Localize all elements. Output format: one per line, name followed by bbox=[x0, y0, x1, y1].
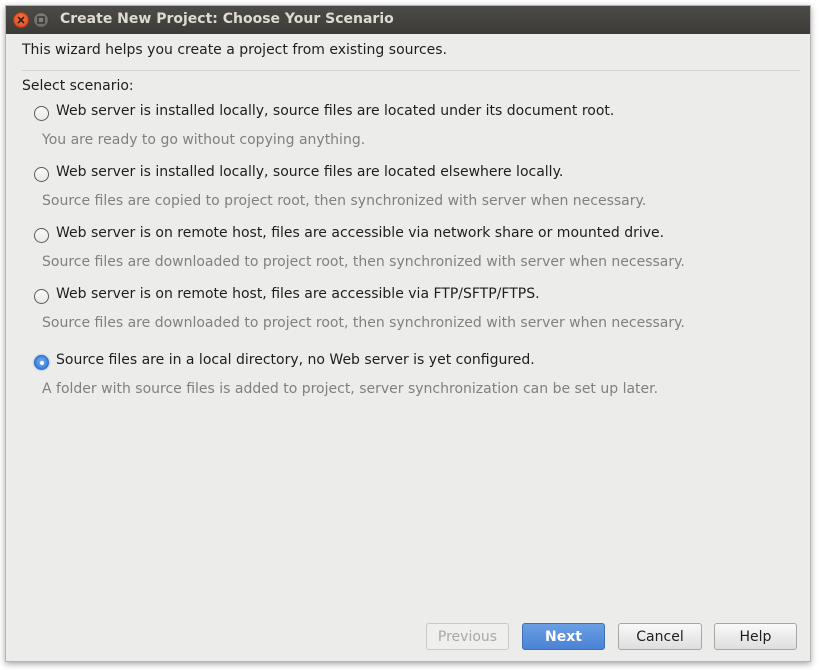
scenario-description: Source files are downloaded to project r… bbox=[42, 315, 685, 331]
scenario-label[interactable]: Web server is installed locally, source … bbox=[56, 103, 614, 119]
scenario-description: A folder with source files is added to p… bbox=[42, 381, 659, 397]
scenario-description: Source files are copied to project root,… bbox=[42, 193, 647, 209]
next-button[interactable]: Next bbox=[522, 623, 605, 650]
scenario-label[interactable]: Web server is installed locally, source … bbox=[56, 164, 563, 180]
previous-button[interactable]: Previous bbox=[426, 623, 509, 650]
scenario-label[interactable]: Web server is on remote host, files are … bbox=[56, 286, 540, 302]
header-divider bbox=[22, 70, 800, 71]
scenario-option-remote-share[interactable]: Web server is on remote host, files are … bbox=[34, 224, 794, 248]
help-button[interactable]: Help bbox=[714, 623, 797, 650]
wizard-dialog: Create New Project: Choose Your Scenario… bbox=[5, 5, 811, 662]
scenario-option-remote-ftp[interactable]: Web server is on remote host, files are … bbox=[34, 285, 794, 309]
intro-text: This wizard helps you create a project f… bbox=[22, 42, 448, 58]
scenario-option-local-elsewhere[interactable]: Web server is installed locally, source … bbox=[34, 163, 794, 187]
title-bar[interactable]: Create New Project: Choose Your Scenario bbox=[6, 6, 810, 34]
radio-button[interactable] bbox=[34, 167, 49, 182]
close-icon[interactable] bbox=[13, 12, 29, 28]
radio-button[interactable] bbox=[34, 228, 49, 243]
radio-button-selected[interactable] bbox=[34, 355, 49, 370]
scenario-description: Source files are downloaded to project r… bbox=[42, 254, 685, 270]
cancel-button[interactable]: Cancel bbox=[618, 623, 702, 650]
minimize-icon[interactable] bbox=[33, 12, 49, 28]
radio-button[interactable] bbox=[34, 106, 49, 121]
scenario-description: You are ready to go without copying anyt… bbox=[42, 132, 366, 148]
scenario-option-local-no-server[interactable]: Source files are in a local directory, n… bbox=[34, 351, 794, 375]
scenario-label[interactable]: Web server is on remote host, files are … bbox=[56, 225, 664, 241]
window-title: Create New Project: Choose Your Scenario bbox=[60, 11, 394, 27]
scenario-option-local-docroot[interactable]: Web server is installed locally, source … bbox=[34, 102, 794, 126]
scenario-label[interactable]: Source files are in a local directory, n… bbox=[56, 352, 535, 368]
select-scenario-label: Select scenario: bbox=[22, 78, 134, 94]
radio-button[interactable] bbox=[34, 289, 49, 304]
